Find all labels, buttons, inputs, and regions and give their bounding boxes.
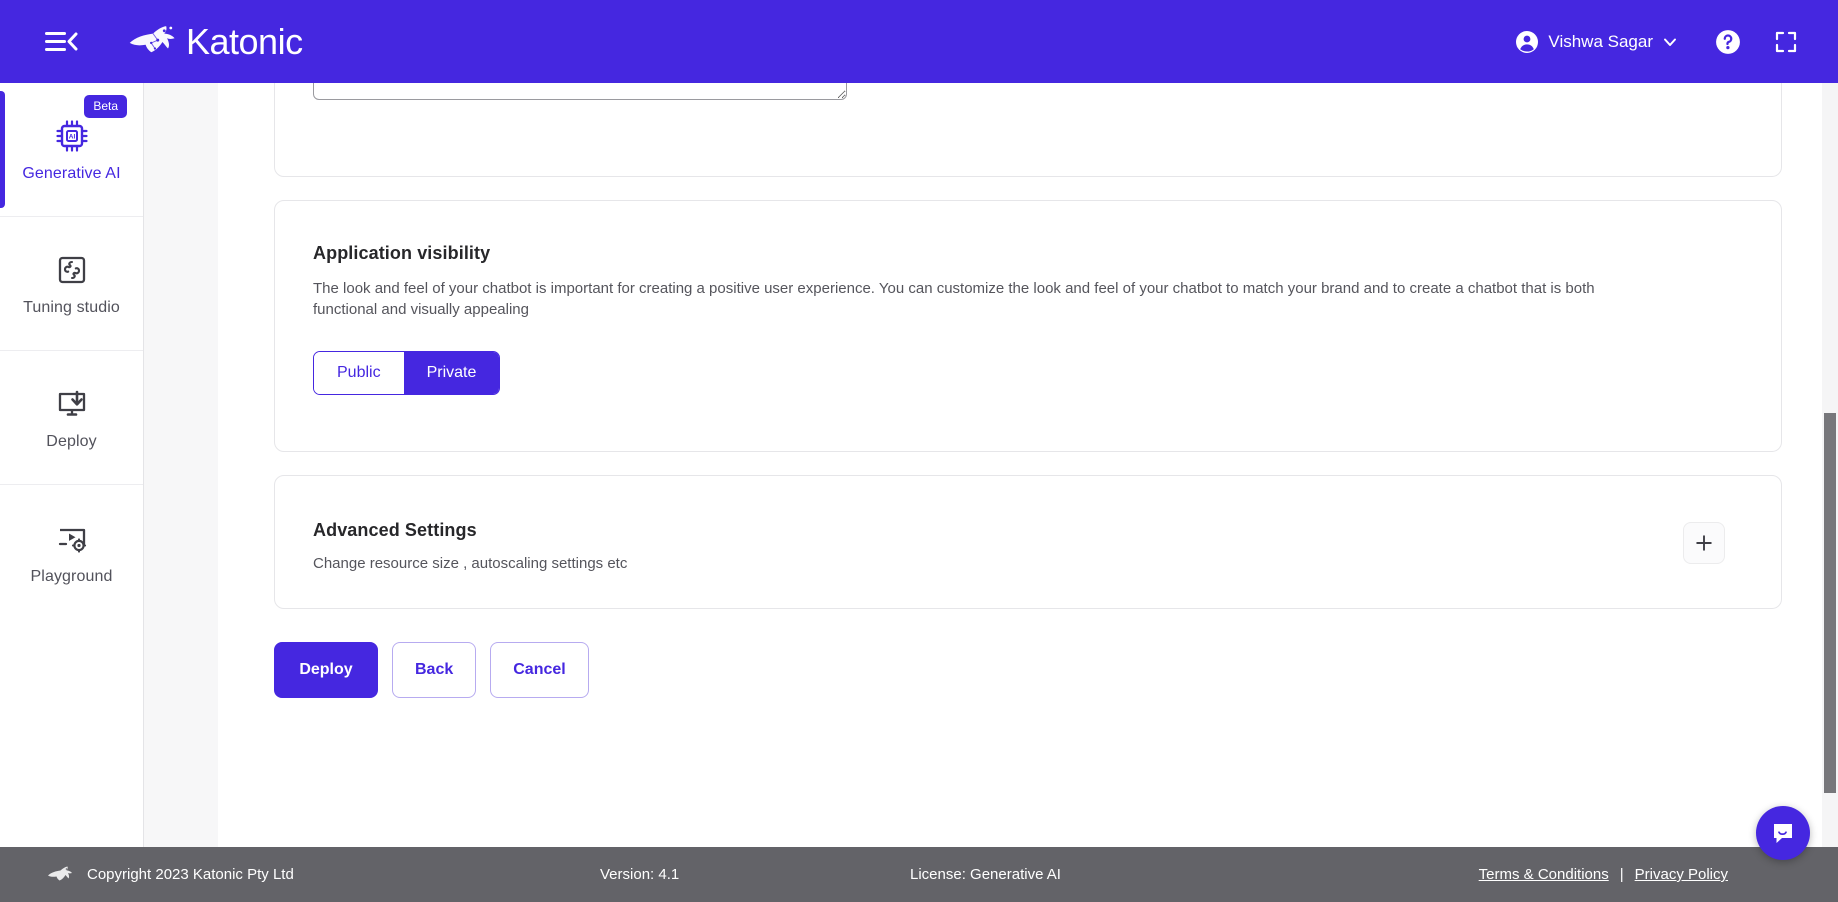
- advanced-settings-expand-button[interactable]: [1683, 522, 1725, 565]
- brand-name: Katonic: [186, 20, 303, 62]
- body-row: Beta AI Generative AI Tuning studio Depl…: [0, 83, 1838, 847]
- sidebar-item-tuning-studio[interactable]: Tuning studio: [0, 217, 143, 351]
- top-header: Katonic Vishwa Sagar: [0, 0, 1838, 83]
- content-panel: Application visibility The look and feel…: [218, 83, 1838, 847]
- sidebar: Beta AI Generative AI Tuning studio Depl…: [0, 83, 144, 847]
- sidebar-item-label: Tuning studio: [23, 299, 120, 316]
- advanced-settings-card: Advanced Settings Change resource size ,…: [274, 475, 1782, 610]
- application-visibility-description: The look and feel of your chatbot is imp…: [313, 280, 1595, 319]
- footer-copyright-text: Copyright 2023 Katonic Pty Ltd: [87, 866, 294, 883]
- visibility-option-public[interactable]: Public: [314, 351, 404, 395]
- app-root: Katonic Vishwa Sagar Beta AI Generative …: [0, 0, 1838, 902]
- menu-collapse-icon[interactable]: [44, 25, 84, 59]
- user-name-label: Vishwa Sagar: [1548, 31, 1653, 51]
- form-actions: Deploy Back Cancel: [274, 642, 1782, 699]
- main-content-area: Application visibility The look and feel…: [144, 83, 1838, 847]
- deploy-button[interactable]: Deploy: [274, 642, 378, 699]
- advanced-settings-description: Change resource size , autoscaling setti…: [313, 555, 628, 573]
- ai-chip-icon: AI: [55, 120, 88, 152]
- chat-widget-button[interactable]: [1756, 806, 1810, 860]
- svg-text:AI: AI: [68, 134, 75, 141]
- page-scrollbar[interactable]: [1822, 83, 1838, 847]
- visibility-segmented-control: Public Private: [313, 350, 501, 396]
- help-button[interactable]: [1706, 20, 1750, 64]
- application-visibility-card: Application visibility The look and feel…: [274, 200, 1782, 453]
- visibility-option-private[interactable]: Private: [403, 351, 500, 395]
- chat-bubble-smile-icon: [1774, 824, 1792, 843]
- advanced-settings-title: Advanced Settings: [313, 520, 477, 541]
- monitor-download-icon: [58, 390, 85, 416]
- footer-license: License: Generative AI: [910, 866, 1061, 883]
- footer-link-separator: |: [1619, 866, 1624, 883]
- footer-version: Version: 4.1: [600, 866, 680, 883]
- terms-and-conditions-link[interactable]: Terms & Conditions: [1479, 866, 1609, 883]
- sidebar-item-label: Generative AI: [22, 165, 121, 182]
- sidebar-item-generative-ai[interactable]: Beta AI Generative AI: [0, 83, 143, 217]
- screen-play-gear-icon: [58, 528, 86, 553]
- sidebar-item-label: Playground: [30, 567, 113, 585]
- page-scrollbar-thumb[interactable]: [1824, 413, 1836, 793]
- puzzle-icon: [58, 256, 85, 284]
- advanced-settings-text: Advanced Settings Change resource size ,…: [313, 518, 627, 572]
- brand-logo[interactable]: Katonic: [126, 21, 303, 63]
- plus-icon: [1696, 535, 1712, 551]
- sidebar-item-label: Deploy: [46, 433, 97, 450]
- fullscreen-expand-icon: [1775, 31, 1797, 52]
- beta-badge: Beta: [84, 95, 127, 118]
- cancel-button[interactable]: Cancel: [490, 642, 589, 699]
- content-inner: Application visibility The look and feel…: [218, 83, 1838, 699]
- kangaroo-logo-icon: [48, 866, 72, 880]
- application-visibility-title: Application visibility: [313, 243, 491, 263]
- chevron-down-icon: [1664, 38, 1676, 46]
- sidebar-item-deploy[interactable]: Deploy: [0, 351, 143, 485]
- description-field-holder: [275, 83, 1781, 100]
- footer: Copyright 2023 Katonic Pty Ltd Version: …: [0, 847, 1838, 902]
- sidebar-item-playground[interactable]: Playground: [0, 485, 143, 619]
- footer-links: Terms & Conditions | Privacy Policy: [1479, 866, 1838, 883]
- description-input[interactable]: [313, 83, 847, 100]
- kangaroo-logo-icon: [129, 25, 175, 52]
- footer-copyright-group: Copyright 2023 Katonic Pty Ltd: [0, 864, 600, 886]
- fullscreen-button[interactable]: [1764, 20, 1808, 64]
- privacy-policy-link[interactable]: Privacy Policy: [1635, 866, 1728, 883]
- user-avatar-icon: [1516, 30, 1539, 53]
- help-circle-icon: [1716, 29, 1740, 54]
- header-right-group: Vishwa Sagar: [1507, 20, 1808, 64]
- description-card: [274, 83, 1782, 177]
- back-button[interactable]: Back: [392, 642, 477, 699]
- user-menu-button[interactable]: Vishwa Sagar: [1507, 24, 1686, 60]
